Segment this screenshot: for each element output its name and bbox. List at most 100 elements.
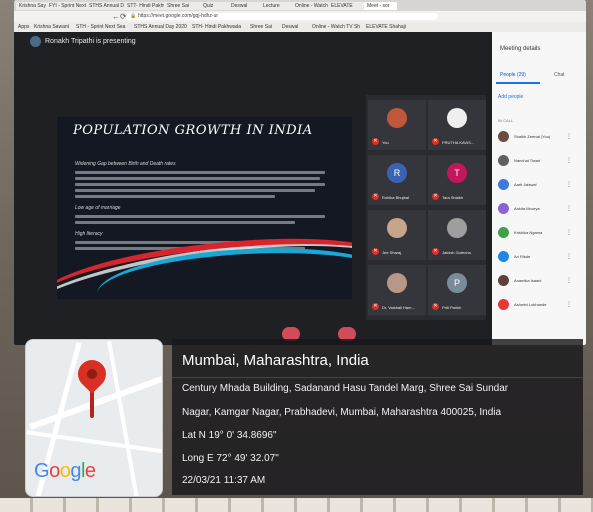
participant-row[interactable]: Nanchal Tiwari ⋮ — [496, 152, 584, 170]
browser-tab[interactable]: Krishna Sayya — [16, 2, 47, 10]
more-options-icon[interactable]: ⋮ — [566, 277, 572, 284]
panel-title: Meeting details — [500, 46, 541, 52]
more-options-icon[interactable]: ⋮ — [566, 205, 572, 212]
slide-text-line — [75, 215, 325, 218]
tab-people[interactable]: People (29) — [500, 72, 526, 78]
more-options-icon[interactable]: ⋮ — [566, 181, 572, 188]
slide-text-line — [75, 171, 325, 174]
participant-tile[interactable]: R ✕ Rohika Bhujbal — [368, 155, 426, 205]
longitude: Long E 72° 49' 32.07" — [182, 453, 279, 464]
participant-name: Nanchal Tiwari — [514, 158, 541, 163]
participant-name: Rohika Bhujbal — [382, 195, 409, 200]
participant-name: Anamika Isaani — [514, 278, 542, 283]
bookmark[interactable]: STH- Hindi Pakhwada — [192, 23, 241, 31]
participant-row[interactable]: Ashwini Lokhande ⋮ — [496, 296, 584, 314]
in-call-label: IN CALL — [498, 118, 514, 123]
participant-avatar: P — [447, 273, 467, 293]
participant-avatar — [447, 218, 467, 238]
participant-name: Aarti Jaiswal — [514, 182, 537, 187]
participant-avatar — [498, 275, 509, 286]
bookmarks-bar: Apps Krishna Sawant STH - Sprint Next Se… — [14, 22, 586, 32]
back-icon[interactable]: ← — [112, 12, 120, 21]
active-tab-indicator — [496, 82, 540, 84]
divider — [172, 377, 583, 378]
slide-heading: High literacy — [75, 231, 103, 237]
bookmark[interactable]: STH - Sprint Next Sea — [76, 23, 125, 31]
participant-name: You — [382, 140, 389, 145]
map-pin-icon — [72, 354, 112, 394]
more-options-icon[interactable]: ⋮ — [566, 229, 572, 236]
participant-avatar: R — [387, 163, 407, 183]
address-line-2: Nagar, Kamgar Nagar, Prabhadevi, Mumbai,… — [182, 407, 502, 418]
browser-tab[interactable]: FYI - Sprint Next Sea... — [46, 2, 87, 10]
browser-tab-bar: Krishna Sayya FYI - Sprint Next Sea... S… — [14, 0, 586, 11]
participant-tile[interactable]: ✕ You — [368, 100, 426, 150]
participant-row[interactable]: Anamika Isaani ⋮ — [496, 272, 584, 290]
browser-tab-active[interactable]: Meet - sor — [364, 2, 397, 10]
participant-tile[interactable]: ✕ Jee Sharaj — [368, 210, 426, 260]
participant-tiles: ✕ You ✕ PRUTHA KAVIS... R ✕ Rohika Bhujb… — [366, 95, 486, 320]
browser-tab[interactable]: Shree Sai — [164, 2, 201, 10]
keyboard-edge — [0, 498, 593, 512]
bookmark[interactable]: Deswal — [282, 23, 298, 31]
laptop-screen: Krishna Sayya FYI - Sprint Next Sea... S… — [14, 0, 586, 345]
browser-tab[interactable]: STT- Hindi Pakhwada — [124, 2, 165, 10]
more-options-icon[interactable]: ⋮ — [566, 133, 572, 140]
latitude: Lat N 19° 0' 34.8696" — [182, 430, 277, 441]
bookmark[interactable]: Apps — [18, 23, 29, 31]
presenter-avatar — [30, 36, 41, 47]
participant-avatar — [387, 108, 407, 128]
participant-tile[interactable]: T ✕ Tara Shaikh — [428, 155, 486, 205]
participant-row[interactable]: Shaikh Zeenat (You) ⋮ — [496, 128, 584, 146]
mic-off-icon: ✕ — [432, 248, 439, 255]
participant-row[interactable]: Ari Rikde ⋮ — [496, 248, 584, 266]
browser-tab[interactable]: Online - Watch — [292, 2, 329, 10]
more-options-icon[interactable]: ⋮ — [566, 253, 572, 260]
participant-avatar — [498, 203, 509, 214]
browser-tab[interactable]: Deswal — [228, 2, 261, 10]
browser-tab[interactable]: ELEVATE — [328, 2, 365, 10]
participant-tile[interactable]: ✕ Jainish Gotecha — [428, 210, 486, 260]
participant-name: Shaikh Zeenat (You) — [514, 134, 551, 139]
timestamp: 22/03/21 11:37 AM — [182, 475, 266, 486]
participant-row[interactable]: Aarti Jaiswal ⋮ — [496, 176, 584, 194]
mic-off-icon: ✕ — [432, 138, 439, 145]
url-text: https://meet.google.com/gqj-hdhz-ur — [138, 13, 219, 19]
location-city: Mumbai, Maharashtra, India — [182, 352, 369, 369]
bookmark[interactable]: Online - Watch TV Sh — [312, 23, 360, 31]
address-bar[interactable]: 🔒 https://meet.google.com/gqj-hdhz-ur — [126, 13, 438, 20]
participant-name: PRUTHA KAVIS... — [442, 140, 475, 145]
participant-tile[interactable]: ✕ PRUTHA KAVIS... — [428, 100, 486, 150]
bookmark[interactable]: Krishna Sawant — [34, 23, 69, 31]
meeting-details-panel: Meeting details People (29) Chat Add peo… — [492, 32, 586, 345]
participant-avatar: T — [447, 163, 467, 183]
location-info: Mumbai, Maharashtra, India Century Mhada… — [172, 339, 583, 495]
bookmark[interactable]: STHS Annual Day 2020 — [134, 23, 187, 31]
more-options-icon[interactable]: ⋮ — [566, 157, 572, 164]
add-people-button[interactable]: Add people — [498, 94, 523, 100]
participant-tile[interactable]: P ✕ Priti Parikh — [428, 265, 486, 315]
tab-chat[interactable]: Chat — [554, 72, 565, 78]
participant-row[interactable]: Ankita Mourya ⋮ — [496, 200, 584, 218]
presenter-label: Ronakh Tripathi is presenting — [45, 38, 136, 45]
slide-text-line — [75, 183, 325, 186]
slide-text-line — [75, 189, 315, 192]
participant-name: Ari Rikde — [514, 254, 531, 259]
geo-tag-card: Google Mumbai, Maharashtra, India Centur… — [25, 339, 585, 499]
browser-tab[interactable]: STHS Annual Day — [86, 2, 125, 10]
participant-avatar — [387, 218, 407, 238]
slide-text-line — [75, 177, 320, 180]
bookmark[interactable]: ELEVATE Shahaji — [366, 23, 406, 31]
browser-tab[interactable]: Quiz — [200, 2, 229, 10]
participant-tile[interactable]: ✕ Dr. Vaishali Ham... — [368, 265, 426, 315]
map-road — [107, 340, 139, 496]
location-map: Google — [25, 339, 163, 497]
bookmark[interactable]: Shree Sai — [250, 23, 272, 31]
address-line-1: Century Mhada Building, Sadanand Hasu Ta… — [182, 383, 509, 394]
participant-name: Jee Sharaj — [382, 250, 402, 255]
participant-avatar — [498, 251, 509, 262]
presentation-slide: POPULATION GROWTH IN INDIA Widening Gap … — [57, 117, 352, 299]
participant-row[interactable]: Krishika Ngama ⋮ — [496, 224, 584, 242]
browser-tab[interactable]: Lecture — [260, 2, 293, 10]
more-options-icon[interactable]: ⋮ — [566, 301, 572, 308]
